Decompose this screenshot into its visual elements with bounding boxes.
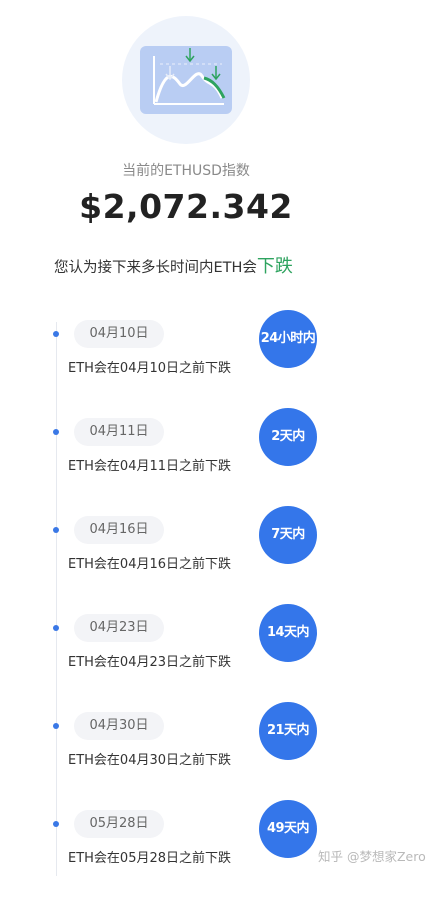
direction-label: 下跌 bbox=[256, 256, 293, 277]
timeline-dot bbox=[53, 429, 59, 435]
prediction-description: ETH会在04月30日之前下跌 bbox=[68, 753, 232, 768]
timeline-item: 04月11日 ETH会在04月11日之前下跌 2天内 bbox=[0, 408, 445, 512]
period-button[interactable]: 2天内 bbox=[259, 408, 317, 466]
prediction-description: ETH会在04月23日之前下跌 bbox=[68, 655, 232, 670]
timeline-dot bbox=[53, 527, 59, 533]
period-button[interactable]: 49天内 bbox=[259, 800, 317, 858]
timeline-dot bbox=[53, 723, 59, 729]
prediction-question: 您认为接下来多长时间内ETH会下跌 bbox=[54, 252, 293, 278]
period-button[interactable]: 21天内 bbox=[259, 702, 317, 760]
date-pill: 04月16日 bbox=[74, 516, 164, 544]
prediction-description: ETH会在04月10日之前下跌 bbox=[68, 361, 232, 376]
timeline-dot bbox=[53, 625, 59, 631]
watermark: 知乎 @梦想家Zero bbox=[318, 849, 426, 864]
date-pill: 05月28日 bbox=[74, 810, 164, 838]
prediction-description: ETH会在05月28日之前下跌 bbox=[68, 851, 232, 866]
timeline-item: 04月23日 ETH会在04月23日之前下跌 14天内 bbox=[0, 604, 445, 708]
timeline-item: 04月16日 ETH会在04月16日之前下跌 7天内 bbox=[0, 506, 445, 610]
timeline-dot bbox=[53, 821, 59, 827]
date-pill: 04月30日 bbox=[74, 712, 164, 740]
timeline-item: 04月30日 ETH会在04月30日之前下跌 21天内 bbox=[0, 702, 445, 806]
timeline-item: 04月10日 ETH会在04月10日之前下跌 24小时内 bbox=[0, 310, 445, 414]
eth-price: $2,072.342 bbox=[79, 187, 293, 226]
timeline-dot bbox=[53, 331, 59, 337]
period-button[interactable]: 14天内 bbox=[259, 604, 317, 662]
date-pill: 04月23日 bbox=[74, 614, 164, 642]
prediction-description: ETH会在04月11日之前下跌 bbox=[68, 459, 232, 474]
index-subtitle: 当前的ETHUSD指数 bbox=[122, 163, 250, 179]
period-button[interactable]: 7天内 bbox=[259, 506, 317, 564]
prediction-description: ETH会在04月16日之前下跌 bbox=[68, 557, 232, 572]
question-text: 您认为接下来多长时间内ETH会 bbox=[54, 260, 257, 276]
period-button[interactable]: 24小时内 bbox=[259, 310, 317, 368]
date-pill: 04月11日 bbox=[74, 418, 164, 446]
date-pill: 04月10日 bbox=[74, 320, 164, 348]
chart-down-illustration-icon bbox=[140, 46, 232, 114]
